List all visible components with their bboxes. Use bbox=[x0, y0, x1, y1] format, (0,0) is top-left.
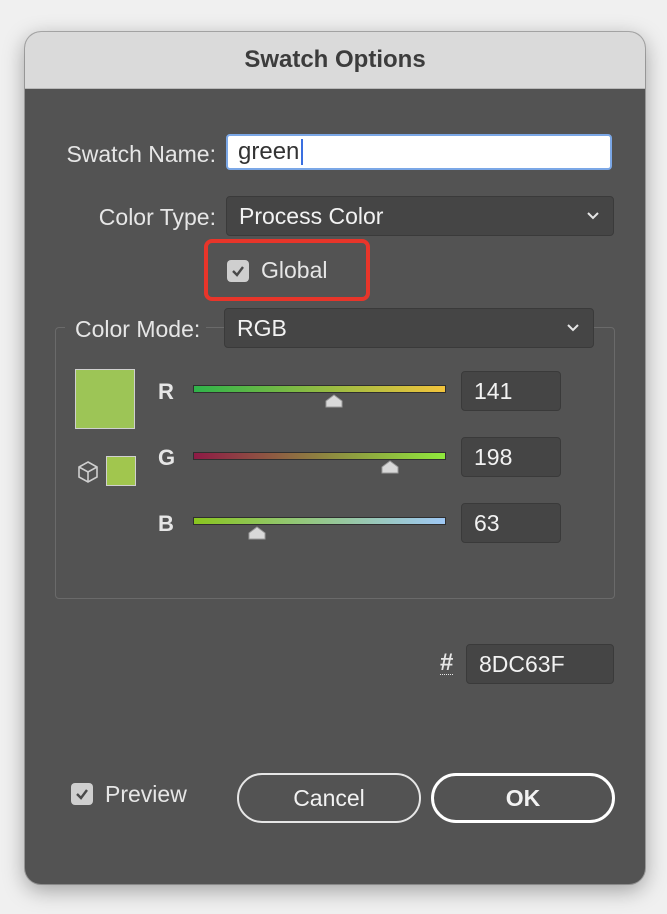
title-bar[interactable]: Swatch Options bbox=[25, 32, 645, 89]
chevron-down-icon bbox=[567, 324, 579, 332]
blue-value: 63 bbox=[474, 509, 500, 536]
cancel-button[interactable]: Cancel bbox=[237, 773, 421, 823]
color-type-value: Process Color bbox=[239, 202, 384, 229]
red-slider-track[interactable] bbox=[193, 385, 446, 393]
green-value: 198 bbox=[474, 443, 513, 470]
red-channel-label: R bbox=[158, 379, 174, 404]
text-caret bbox=[301, 139, 304, 165]
color-mode-select[interactable]: RGB bbox=[224, 308, 594, 348]
blue-slider-track[interactable] bbox=[193, 517, 446, 525]
out-of-gamut-cube-icon[interactable] bbox=[77, 460, 99, 484]
ok-button[interactable]: OK bbox=[431, 773, 615, 823]
swatch-name-label: Swatch Name: bbox=[66, 141, 216, 167]
green-channel-label: G bbox=[158, 445, 176, 470]
red-value: 141 bbox=[474, 377, 513, 404]
red-value-field[interactable]: 141 bbox=[461, 371, 561, 411]
blue-slider-thumb[interactable] bbox=[247, 526, 267, 540]
color-type-select[interactable]: Process Color bbox=[226, 196, 614, 236]
swatch-name-value: green bbox=[238, 138, 300, 165]
color-mode-value: RGB bbox=[237, 314, 287, 341]
green-slider-track[interactable] bbox=[193, 452, 446, 460]
blue-channel-label: B bbox=[158, 511, 174, 536]
color-preview-swatch bbox=[75, 369, 135, 429]
blue-value-field[interactable]: 63 bbox=[461, 503, 561, 543]
checkmark-icon bbox=[76, 789, 88, 800]
hex-symbol: # bbox=[440, 649, 454, 676]
swatch-options-dialog: Swatch Options Swatch Name: green Color … bbox=[25, 32, 645, 884]
red-slider-thumb[interactable] bbox=[324, 394, 344, 408]
color-mode-label: Color Mode: bbox=[65, 316, 207, 343]
swatch-name-input[interactable]: green bbox=[226, 134, 612, 170]
preview-label[interactable]: Preview bbox=[105, 781, 187, 808]
gamut-color-swatch[interactable] bbox=[106, 456, 136, 486]
chevron-down-icon bbox=[587, 212, 599, 220]
dialog-title: Swatch Options bbox=[244, 46, 426, 73]
hex-value: 8DC63F bbox=[479, 650, 565, 677]
global-highlight-box bbox=[204, 239, 370, 301]
green-slider-thumb[interactable] bbox=[380, 460, 400, 474]
hex-value-field[interactable]: 8DC63F bbox=[466, 644, 614, 684]
green-value-field[interactable]: 198 bbox=[461, 437, 561, 477]
color-type-label: Color Type: bbox=[98, 204, 216, 230]
preview-checkbox[interactable] bbox=[71, 783, 93, 805]
